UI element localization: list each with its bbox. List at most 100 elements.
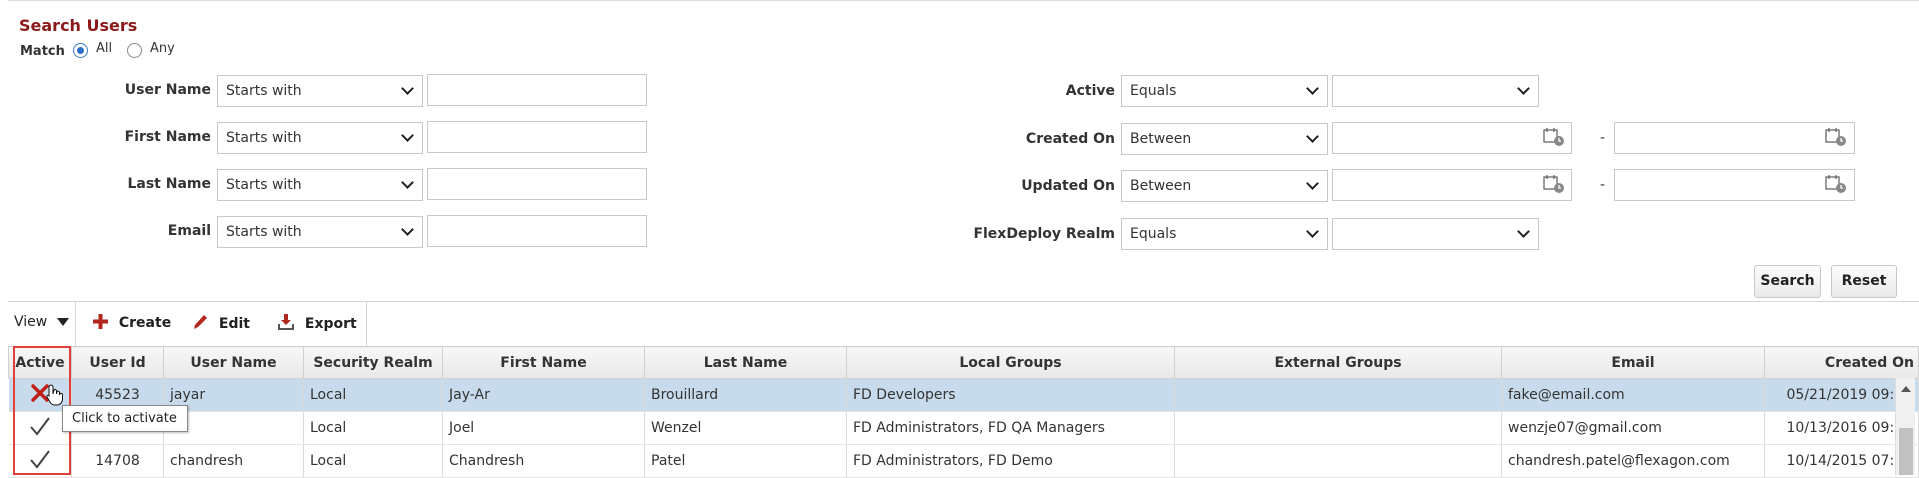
realm-cell: Local bbox=[303, 378, 443, 412]
last-name-label: Last Name bbox=[127, 176, 211, 192]
created-on-to-input[interactable] bbox=[1614, 122, 1855, 154]
edit-button[interactable]: Edit bbox=[193, 314, 250, 332]
first-name-input[interactable] bbox=[427, 121, 647, 153]
column-header-created-on[interactable]: Created On bbox=[1764, 346, 1919, 379]
first-name-cell: Chandresh bbox=[442, 444, 645, 478]
first-name-label: First Name bbox=[124, 129, 211, 145]
created-on-operator-select[interactable]: Between bbox=[1121, 123, 1328, 155]
column-header-local-groups[interactable]: Local Groups bbox=[846, 346, 1175, 379]
external-groups-cell bbox=[1174, 411, 1502, 445]
export-label: Export bbox=[304, 316, 357, 332]
match-all-radio[interactable] bbox=[73, 43, 88, 58]
chevron-down-icon bbox=[1306, 177, 1319, 190]
scroll-thumb[interactable] bbox=[1899, 428, 1913, 475]
column-header-last-name[interactable]: Last Name bbox=[644, 346, 847, 379]
table-row[interactable]: 14708 chandresh Local Chandresh Patel FD… bbox=[8, 444, 1919, 478]
external-groups-cell bbox=[1174, 444, 1502, 478]
updated-on-to-input[interactable] bbox=[1614, 169, 1855, 201]
created-on-from-input[interactable] bbox=[1332, 122, 1572, 154]
external-groups-cell bbox=[1174, 378, 1502, 412]
local-groups-cell: FD Developers bbox=[846, 378, 1175, 412]
active-operator-select[interactable]: Equals bbox=[1121, 75, 1328, 107]
export-button[interactable]: Export bbox=[278, 314, 357, 332]
chevron-down-icon bbox=[401, 129, 414, 142]
email-input[interactable] bbox=[427, 215, 647, 247]
email-operator-value: Starts with bbox=[226, 224, 302, 240]
top-divider bbox=[8, 0, 1919, 5]
created-on-label: Created On bbox=[1025, 131, 1115, 147]
page-title: Search Users bbox=[19, 16, 138, 35]
first-name-cell: Joel bbox=[442, 411, 645, 445]
column-header-user-id[interactable]: User Id bbox=[71, 346, 164, 379]
table-row[interactable]: 45523 jayar Local Jay-Ar Brouillard FD D… bbox=[8, 378, 1919, 412]
email-cell: fake@email.com bbox=[1501, 378, 1765, 412]
match-label: Match bbox=[20, 44, 65, 59]
activate-tooltip: Click to activate bbox=[62, 405, 188, 432]
view-menu-label: View bbox=[14, 314, 48, 330]
edit-label: Edit bbox=[218, 316, 250, 332]
reset-button[interactable]: Reset bbox=[1831, 265, 1897, 298]
user-name-link[interactable]: chandresh bbox=[163, 444, 304, 478]
updated-on-range-separator: - bbox=[1600, 177, 1606, 193]
first-name-operator-value: Starts with bbox=[226, 130, 302, 146]
chevron-down-icon bbox=[1517, 82, 1530, 95]
updated-on-label: Updated On bbox=[1021, 178, 1115, 194]
column-header-external-groups[interactable]: External Groups bbox=[1174, 346, 1502, 379]
created-on-operator-value: Between bbox=[1130, 131, 1192, 147]
column-header-email[interactable]: Email bbox=[1501, 346, 1765, 379]
table-scrollbar[interactable] bbox=[1895, 378, 1915, 475]
last-name-cell: Wenzel bbox=[644, 411, 847, 445]
last-name-operator-select[interactable]: Starts with bbox=[217, 169, 423, 201]
user-name-operator-select[interactable]: Starts with bbox=[217, 75, 423, 107]
scroll-up-arrow[interactable] bbox=[1901, 386, 1911, 392]
chevron-down-icon bbox=[401, 223, 414, 236]
download-icon bbox=[278, 314, 294, 330]
user-name-input[interactable] bbox=[427, 74, 647, 106]
realm-operator-value: Equals bbox=[1130, 226, 1177, 242]
match-all-label: All bbox=[96, 41, 113, 56]
chevron-down-icon bbox=[1306, 130, 1319, 143]
updated-on-from-input[interactable] bbox=[1332, 169, 1572, 201]
chevron-down-icon bbox=[1306, 82, 1319, 95]
first-name-cell: Jay-Ar bbox=[442, 378, 645, 412]
create-label: Create bbox=[118, 315, 172, 331]
email-cell: wenzje07@gmail.com bbox=[1501, 411, 1765, 445]
chevron-down-icon bbox=[1517, 225, 1530, 238]
email-cell: chandresh.patel@flexagon.com bbox=[1501, 444, 1765, 478]
calendar-icon[interactable] bbox=[1543, 174, 1565, 194]
active-label: Active bbox=[1065, 83, 1115, 99]
search-button[interactable]: Search bbox=[1754, 265, 1821, 298]
table-header-row: Active User Id User Name Security Realm … bbox=[8, 346, 1919, 379]
last-name-operator-value: Starts with bbox=[226, 177, 302, 193]
realm-operator-select[interactable]: Equals bbox=[1121, 218, 1328, 250]
user-name-operator-value: Starts with bbox=[226, 83, 302, 99]
match-any-radio[interactable] bbox=[127, 43, 142, 58]
table-toolbar: View Create Edit Export bbox=[8, 301, 1919, 347]
user-id-cell: 14708 bbox=[71, 444, 164, 478]
active-value-select[interactable] bbox=[1332, 75, 1539, 107]
toolbar-divider bbox=[366, 302, 367, 347]
column-header-user-name[interactable]: User Name bbox=[163, 346, 304, 379]
realm-value-select[interactable] bbox=[1332, 218, 1539, 250]
table-row[interactable]: Local Joel Wenzel FD Administrators, FD … bbox=[8, 411, 1919, 445]
view-menu[interactable]: View bbox=[14, 314, 69, 330]
local-groups-cell: FD Administrators, FD Demo bbox=[846, 444, 1175, 478]
calendar-icon[interactable] bbox=[1825, 127, 1847, 147]
column-header-first-name[interactable]: First Name bbox=[442, 346, 645, 379]
local-groups-cell: FD Administrators, FD QA Managers bbox=[846, 411, 1175, 445]
updated-on-operator-select[interactable]: Between bbox=[1121, 170, 1328, 202]
realm-cell: Local bbox=[303, 411, 443, 445]
create-button[interactable]: Create bbox=[93, 314, 171, 331]
calendar-icon[interactable] bbox=[1825, 174, 1847, 194]
calendar-icon[interactable] bbox=[1543, 127, 1565, 147]
email-label: Email bbox=[167, 223, 211, 239]
email-operator-select[interactable]: Starts with bbox=[217, 216, 423, 248]
last-name-cell: Patel bbox=[644, 444, 847, 478]
last-name-cell: Brouillard bbox=[644, 378, 847, 412]
user-name-label: User Name bbox=[124, 82, 211, 98]
last-name-input[interactable] bbox=[427, 168, 647, 200]
hand-cursor-icon bbox=[46, 384, 63, 406]
updated-on-operator-value: Between bbox=[1130, 178, 1192, 194]
first-name-operator-select[interactable]: Starts with bbox=[217, 122, 423, 154]
column-header-security-realm[interactable]: Security Realm bbox=[303, 346, 443, 379]
